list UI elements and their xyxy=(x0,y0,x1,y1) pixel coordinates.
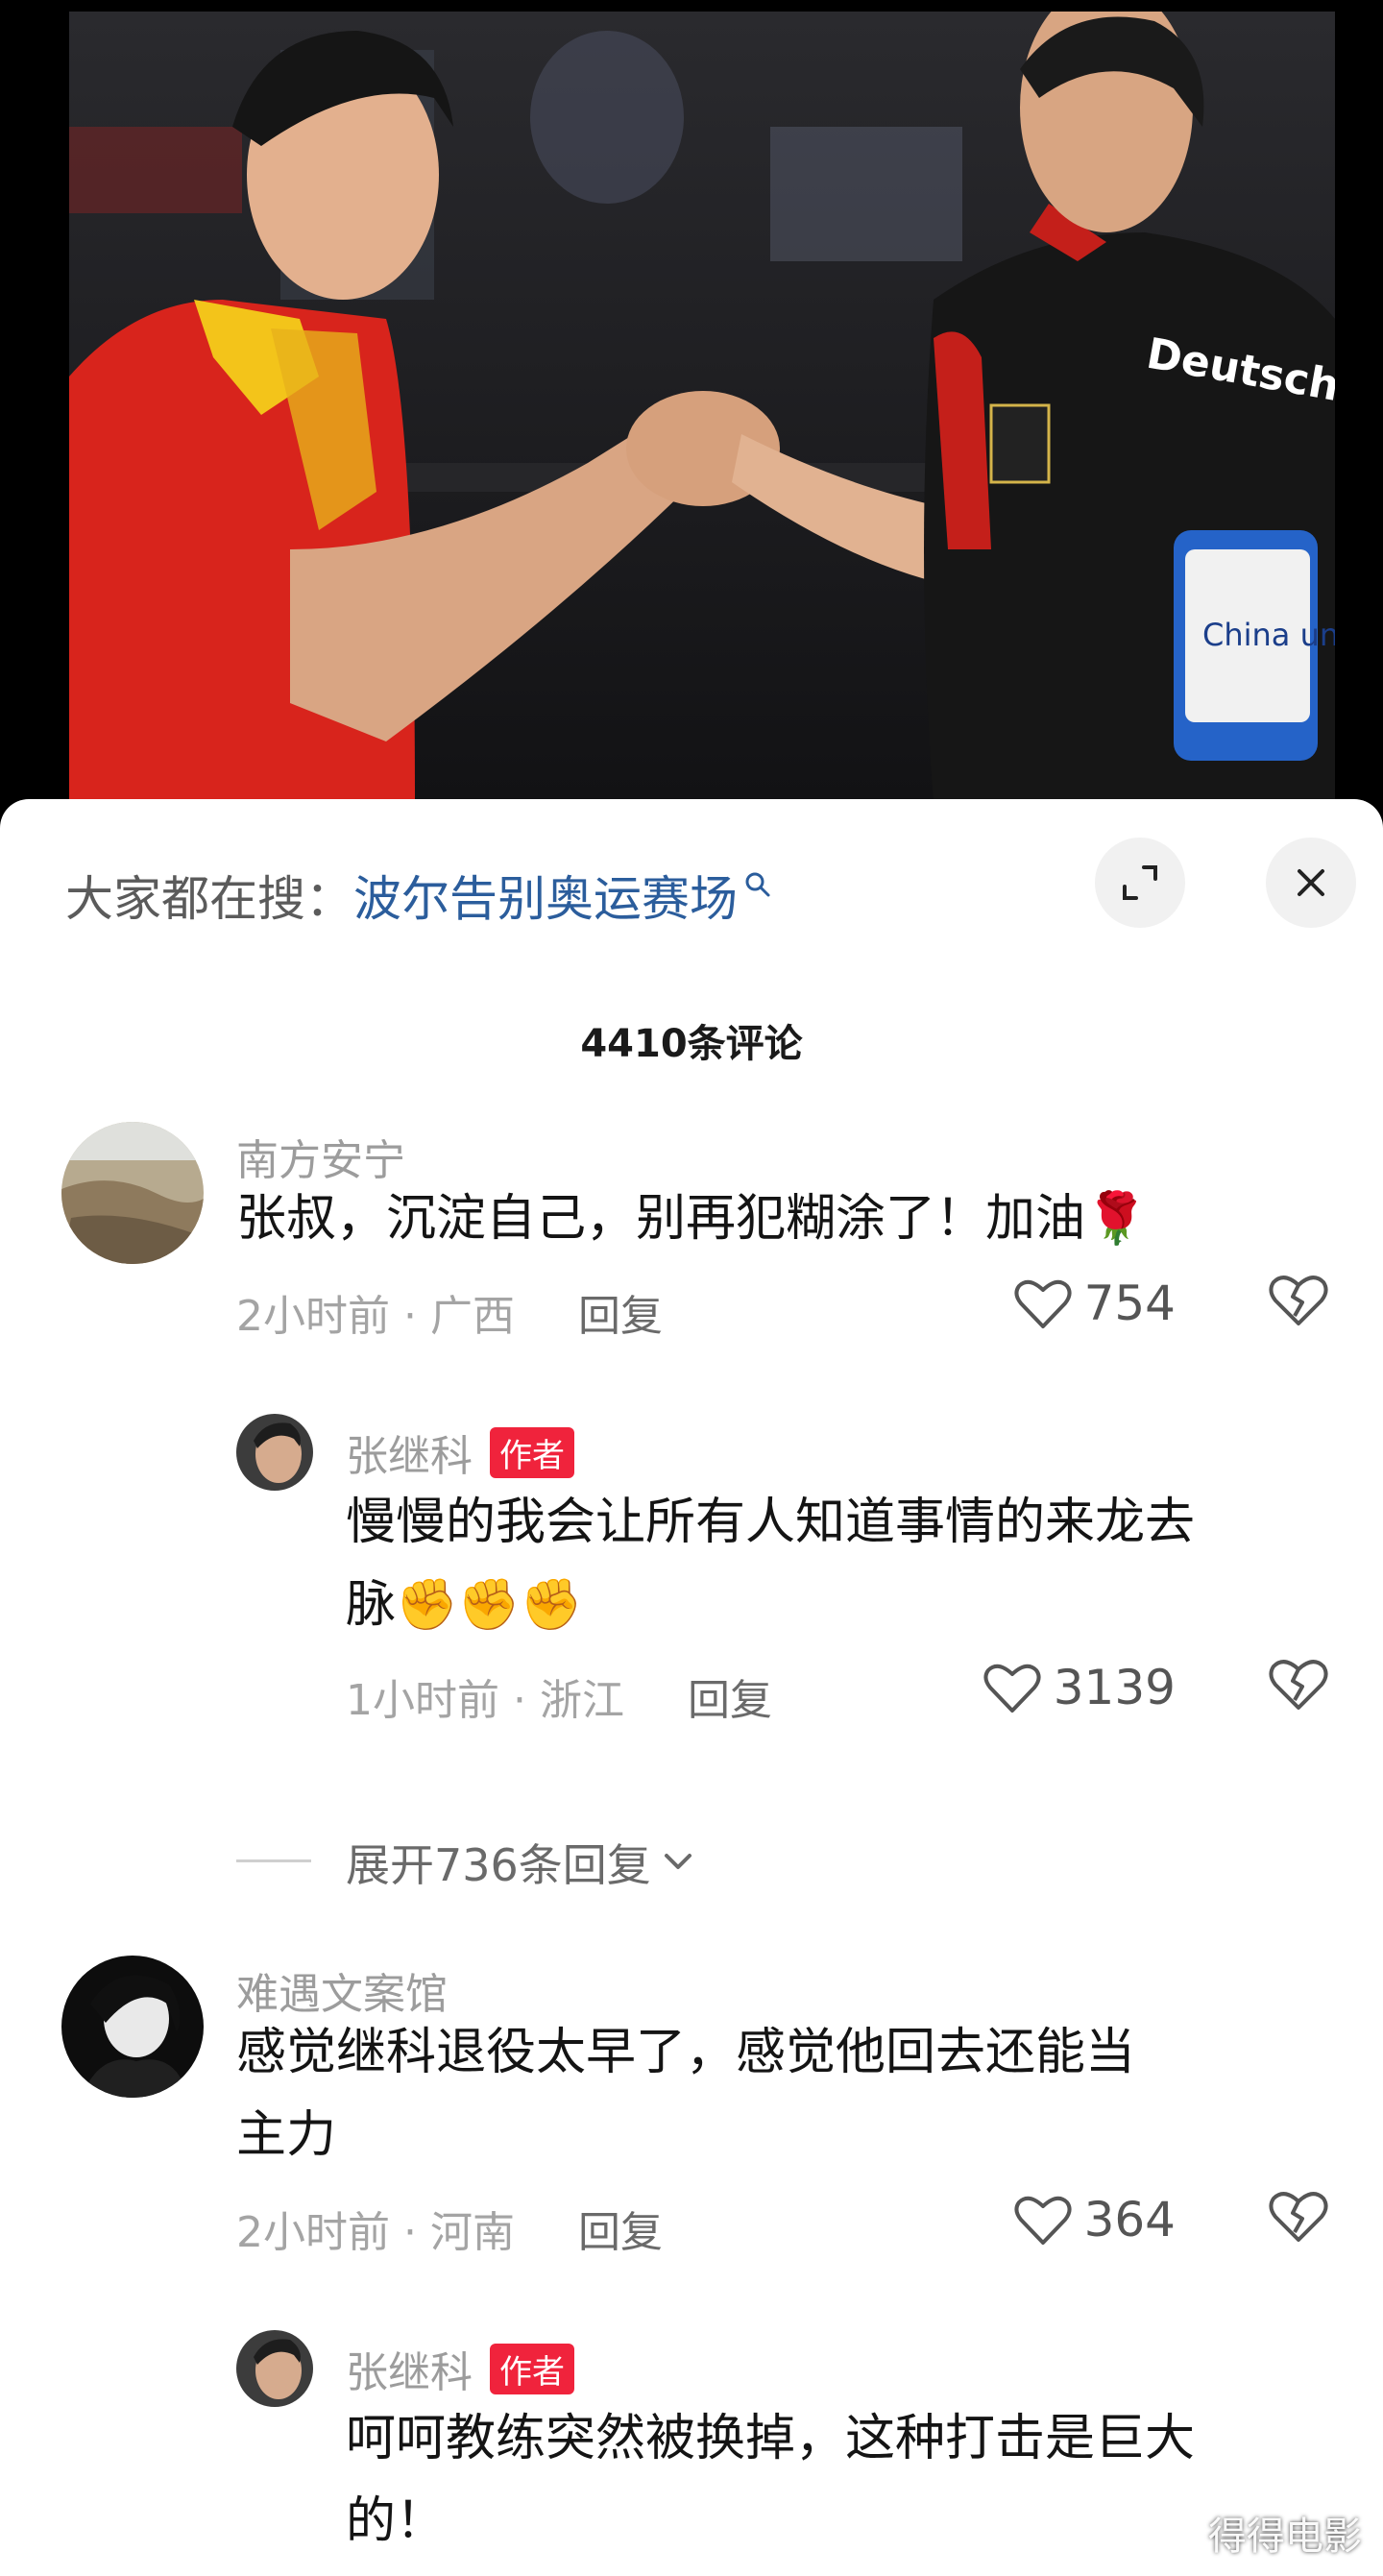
reply-author[interactable]: 张继科 作者 xyxy=(346,2338,574,2399)
reply-text-line-2: 的！ xyxy=(346,2492,447,2550)
reply-text: 呵呵教练突然被换掉，这种打击是巨大 的！ xyxy=(346,2397,1195,2563)
trending-search-prefix: 大家都在搜： xyxy=(65,871,353,927)
author-badge: 作者 xyxy=(490,1427,574,1478)
comment-meta: 2小时前 · 广西 回复 xyxy=(236,1281,663,1343)
comment-time-location: 2小时前 · 广西 xyxy=(236,1292,515,1341)
author-badge: 作者 xyxy=(490,2344,574,2394)
like-count: 754 xyxy=(1083,1276,1176,1331)
comment-text-line-2: 主力 xyxy=(236,2106,337,2164)
avatar[interactable] xyxy=(61,1956,204,2098)
heart-icon xyxy=(1014,1279,1072,1328)
comment-text: 张叔，沉淀自己，别再犯糊涂了！加油🌹 xyxy=(236,1190,1148,1248)
broken-heart-icon[interactable] xyxy=(1268,1272,1329,1329)
expand-divider xyxy=(236,1859,311,1862)
like-button[interactable]: 754 xyxy=(1013,1276,1176,1331)
avatar[interactable] xyxy=(236,1414,313,1491)
heart-icon xyxy=(1014,2196,1072,2245)
badge-text: China unicom xyxy=(1202,617,1335,653)
like-button[interactable]: 3139 xyxy=(983,1660,1176,1715)
comment-sheet: 大家都在搜： 波尔告别奥运赛场 4410条评论 南方安宁 张叔，沉淀自己，别再犯… xyxy=(0,799,1383,2576)
reply-button[interactable]: 回复 xyxy=(578,2208,663,2257)
comment-text-line-1: 感觉继科退役太早了，感觉他回去还能当 xyxy=(236,2024,1136,2081)
close-button[interactable] xyxy=(1266,838,1356,928)
expand-replies-label: 展开736条回复 xyxy=(346,1839,651,1891)
trending-search[interactable]: 大家都在搜： 波尔告别奥运赛场 xyxy=(65,864,772,927)
comment-meta: 2小时前 · 河南 回复 xyxy=(236,2198,663,2259)
reply-text: 慢慢的我会让所有人知道事情的来龙去 脉✊✊✊ xyxy=(346,1481,1195,1646)
comment-count: 4410条评论 xyxy=(580,1022,803,1066)
reply-button[interactable]: 回复 xyxy=(688,1676,772,1725)
reply-time-location: 1小时前 · 浙江 xyxy=(346,1676,624,1725)
comment-time-location: 2小时前 · 河南 xyxy=(236,2208,515,2257)
broken-heart-icon[interactable] xyxy=(1268,2188,1329,2246)
avatar[interactable] xyxy=(236,2330,313,2407)
reply-author-name: 张继科 xyxy=(346,2348,473,2397)
reply-meta: 1小时前 · 浙江 回复 xyxy=(346,1665,772,1727)
trending-search-term[interactable]: 波尔告别奥运赛场 xyxy=(353,861,738,930)
expand-icon xyxy=(1123,865,1157,900)
search-icon xyxy=(745,872,770,897)
reply-text-line-1: 慢慢的我会让所有人知道事情的来龙去 xyxy=(346,1494,1196,1551)
broken-heart-icon[interactable] xyxy=(1268,1656,1329,1713)
like-button[interactable]: 364 xyxy=(1013,2192,1176,2248)
chevron-down-icon xyxy=(664,1854,692,1869)
reply-text-line-1: 呵呵教练突然被换掉，这种打击是巨大 xyxy=(346,2410,1196,2467)
expand-replies-button[interactable]: 展开736条回复 xyxy=(346,1831,697,1894)
comment-text: 感觉继科退役太早了，感觉他回去还能当 主力 xyxy=(236,2011,1135,2176)
news-photo[interactable]: Deutschland China unicom xyxy=(0,0,1383,803)
like-count: 364 xyxy=(1083,2192,1176,2248)
reply-author[interactable]: 张继科 作者 xyxy=(346,1422,574,1483)
watermark: 得得电影 xyxy=(1208,2515,1362,2559)
close-icon xyxy=(1298,869,1324,896)
reply-button[interactable]: 回复 xyxy=(578,1292,663,1341)
reply-text-line-2: 脉✊✊✊ xyxy=(346,1576,583,1634)
expand-button[interactable] xyxy=(1095,838,1185,928)
handshake-illustration: Deutschland China unicom xyxy=(69,12,1335,803)
reply-author-name: 张继科 xyxy=(346,1432,473,1481)
heart-icon xyxy=(983,1664,1041,1713)
avatar[interactable] xyxy=(61,1122,204,1264)
like-count: 3139 xyxy=(1053,1660,1176,1715)
